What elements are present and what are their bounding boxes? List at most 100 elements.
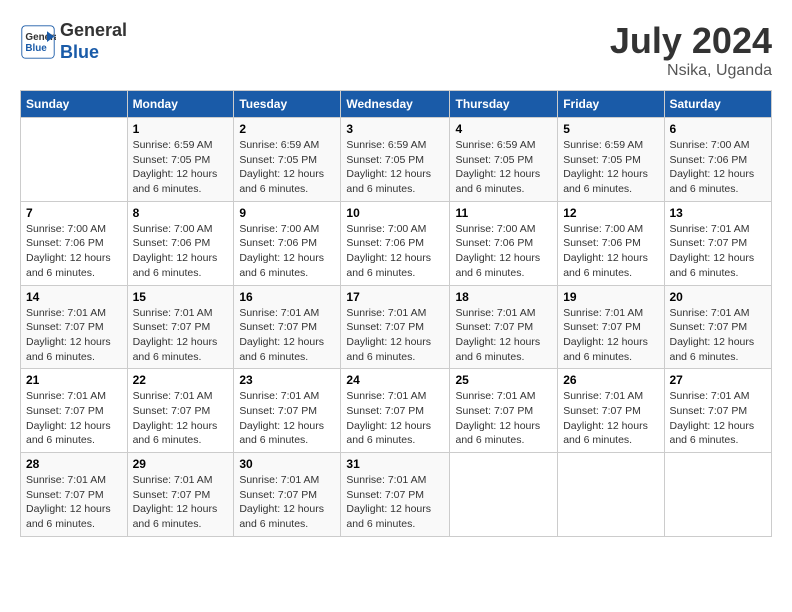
day-info: Sunrise: 7:00 AMSunset: 7:06 PMDaylight:…	[239, 222, 335, 281]
day-info: Sunrise: 7:00 AMSunset: 7:06 PMDaylight:…	[133, 222, 229, 281]
day-number: 19	[563, 290, 658, 304]
day-number: 3	[346, 122, 444, 136]
calendar-cell: 18Sunrise: 7:01 AMSunset: 7:07 PMDayligh…	[450, 285, 558, 369]
calendar-cell: 25 Sunrise: 7:01 AMSunset: 7:07 PMDayligh…	[450, 369, 558, 453]
day-number: 24	[346, 373, 444, 387]
month-year-title: July 2024	[610, 20, 772, 62]
calendar-week-4: 21 Sunrise: 7:01 AMSunset: 7:07 PMDayligh…	[21, 369, 772, 453]
header-cell-saturday: Saturday	[664, 91, 772, 118]
calendar-table: SundayMondayTuesdayWednesdayThursdayFrid…	[20, 90, 772, 537]
day-number: 10	[346, 206, 444, 220]
location-subtitle: Nsika, Uganda	[610, 62, 772, 80]
day-number: 25	[455, 373, 552, 387]
logo-blue: Blue	[60, 42, 127, 64]
day-info: Sunrise: 7:00 AMSunset: 7:06 PMDaylight:…	[563, 222, 658, 281]
calendar-cell: 19 Sunrise: 7:01 AMSunset: 7:07 PMDayligh…	[558, 285, 664, 369]
day-number: 1	[133, 122, 229, 136]
logo-general: General	[60, 20, 127, 40]
calendar-cell: 17 Sunrise: 7:01 AMSunset: 7:07 PMDayligh…	[341, 285, 450, 369]
calendar-cell: 22Sunrise: 7:01 AMSunset: 7:07 PMDayligh…	[127, 369, 234, 453]
day-number: 5	[563, 122, 658, 136]
day-info: Sunrise: 7:01 AMSunset: 7:07 PMDaylight:…	[133, 473, 229, 532]
logo-icon: General Blue	[20, 24, 56, 60]
calendar-cell: 5 Sunrise: 6:59 AMSunset: 7:05 PMDaylight…	[558, 118, 664, 202]
calendar-cell	[558, 453, 664, 537]
calendar-cell	[664, 453, 772, 537]
day-info: Sunrise: 7:01 AMSunset: 7:07 PMDaylight:…	[455, 389, 552, 448]
day-info: Sunrise: 7:01 AMSunset: 7:07 PMDaylight:…	[239, 389, 335, 448]
calendar-cell: 4Sunrise: 6:59 AMSunset: 7:05 PMDaylight…	[450, 118, 558, 202]
calendar-cell: 8Sunrise: 7:00 AMSunset: 7:06 PMDaylight…	[127, 201, 234, 285]
calendar-cell: 12Sunrise: 7:00 AMSunset: 7:06 PMDayligh…	[558, 201, 664, 285]
calendar-body: 1 Sunrise: 6:59 AMSunset: 7:05 PMDaylight…	[21, 118, 772, 537]
calendar-week-5: 28 Sunrise: 7:01 AMSunset: 7:07 PMDayligh…	[21, 453, 772, 537]
day-number: 14	[26, 290, 122, 304]
calendar-cell	[450, 453, 558, 537]
calendar-cell: 11 Sunrise: 7:00 AMSunset: 7:06 PMDayligh…	[450, 201, 558, 285]
header-cell-tuesday: Tuesday	[234, 91, 341, 118]
day-number: 28	[26, 457, 122, 471]
header-cell-friday: Friday	[558, 91, 664, 118]
day-number: 17	[346, 290, 444, 304]
day-number: 22	[133, 373, 229, 387]
header-cell-wednesday: Wednesday	[341, 91, 450, 118]
day-number: 20	[670, 290, 767, 304]
day-number: 11	[455, 206, 552, 220]
day-info: Sunrise: 7:01 AMSunset: 7:07 PMDaylight:…	[133, 306, 229, 365]
calendar-cell: 7 Sunrise: 7:00 AMSunset: 7:06 PMDaylight…	[21, 201, 128, 285]
day-number: 31	[346, 457, 444, 471]
day-number: 9	[239, 206, 335, 220]
day-number: 15	[133, 290, 229, 304]
day-info: Sunrise: 6:59 AMSunset: 7:05 PMDaylight:…	[455, 138, 552, 197]
day-info: Sunrise: 7:01 AMSunset: 7:07 PMDaylight:…	[346, 389, 444, 448]
calendar-cell: 15 Sunrise: 7:01 AMSunset: 7:07 PMDayligh…	[127, 285, 234, 369]
calendar-cell: 21 Sunrise: 7:01 AMSunset: 7:07 PMDayligh…	[21, 369, 128, 453]
day-info: Sunrise: 7:01 AMSunset: 7:07 PMDaylight:…	[670, 222, 767, 281]
header-cell-monday: Monday	[127, 91, 234, 118]
day-info: Sunrise: 7:00 AMSunset: 7:06 PMDaylight:…	[455, 222, 552, 281]
day-info: Sunrise: 7:01 AMSunset: 7:07 PMDaylight:…	[563, 306, 658, 365]
calendar-week-2: 7 Sunrise: 7:00 AMSunset: 7:06 PMDaylight…	[21, 201, 772, 285]
day-number: 29	[133, 457, 229, 471]
header-row: SundayMondayTuesdayWednesdayThursdayFrid…	[21, 91, 772, 118]
day-info: Sunrise: 6:59 AMSunset: 7:05 PMDaylight:…	[346, 138, 444, 197]
day-info: Sunrise: 7:01 AMSunset: 7:07 PMDaylight:…	[26, 389, 122, 448]
calendar-cell: 13 Sunrise: 7:01 AMSunset: 7:07 PMDayligh…	[664, 201, 772, 285]
day-info: Sunrise: 7:00 AMSunset: 7:06 PMDaylight:…	[26, 222, 122, 281]
calendar-cell: 9 Sunrise: 7:00 AMSunset: 7:06 PMDaylight…	[234, 201, 341, 285]
calendar-cell: 29 Sunrise: 7:01 AMSunset: 7:07 PMDayligh…	[127, 453, 234, 537]
header-cell-sunday: Sunday	[21, 91, 128, 118]
day-number: 18	[455, 290, 552, 304]
day-number: 23	[239, 373, 335, 387]
header-cell-thursday: Thursday	[450, 91, 558, 118]
calendar-cell: 1Sunrise: 6:59 AMSunset: 7:05 PMDaylight…	[127, 118, 234, 202]
calendar-cell: 30Sunrise: 7:01 AMSunset: 7:07 PMDayligh…	[234, 453, 341, 537]
day-info: Sunrise: 7:01 AMSunset: 7:07 PMDaylight:…	[239, 473, 335, 532]
day-number: 13	[670, 206, 767, 220]
day-info: Sunrise: 7:01 AMSunset: 7:07 PMDaylight:…	[239, 306, 335, 365]
day-info: Sunrise: 6:59 AMSunset: 7:05 PMDaylight:…	[239, 138, 335, 197]
day-info: Sunrise: 7:01 AMSunset: 7:07 PMDaylight:…	[670, 306, 767, 365]
day-info: Sunrise: 7:01 AMSunset: 7:07 PMDaylight:…	[26, 473, 122, 532]
day-info: Sunrise: 7:01 AMSunset: 7:07 PMDaylight:…	[26, 306, 122, 365]
calendar-cell: 23 Sunrise: 7:01 AMSunset: 7:07 PMDayligh…	[234, 369, 341, 453]
day-info: Sunrise: 7:01 AMSunset: 7:07 PMDaylight:…	[346, 306, 444, 365]
day-number: 26	[563, 373, 658, 387]
day-info: Sunrise: 7:01 AMSunset: 7:07 PMDaylight:…	[670, 389, 767, 448]
calendar-cell: 26Sunrise: 7:01 AMSunset: 7:07 PMDayligh…	[558, 369, 664, 453]
calendar-cell	[21, 118, 128, 202]
day-info: Sunrise: 7:00 AMSunset: 7:06 PMDaylight:…	[346, 222, 444, 281]
day-info: Sunrise: 6:59 AMSunset: 7:05 PMDaylight:…	[563, 138, 658, 197]
day-number: 16	[239, 290, 335, 304]
day-number: 21	[26, 373, 122, 387]
calendar-cell: 3 Sunrise: 6:59 AMSunset: 7:05 PMDaylight…	[341, 118, 450, 202]
calendar-cell: 27 Sunrise: 7:01 AMSunset: 7:07 PMDayligh…	[664, 369, 772, 453]
day-info: Sunrise: 7:00 AMSunset: 7:06 PMDaylight:…	[670, 138, 767, 197]
day-info: Sunrise: 7:01 AMSunset: 7:07 PMDaylight:…	[346, 473, 444, 532]
day-number: 2	[239, 122, 335, 136]
day-number: 7	[26, 206, 122, 220]
calendar-cell: 16 Sunrise: 7:01 AMSunset: 7:07 PMDayligh…	[234, 285, 341, 369]
calendar-week-3: 14 Sunrise: 7:01 AMSunset: 7:07 PMDayligh…	[21, 285, 772, 369]
calendar-cell: 31 Sunrise: 7:01 AMSunset: 7:07 PMDayligh…	[341, 453, 450, 537]
day-number: 27	[670, 373, 767, 387]
